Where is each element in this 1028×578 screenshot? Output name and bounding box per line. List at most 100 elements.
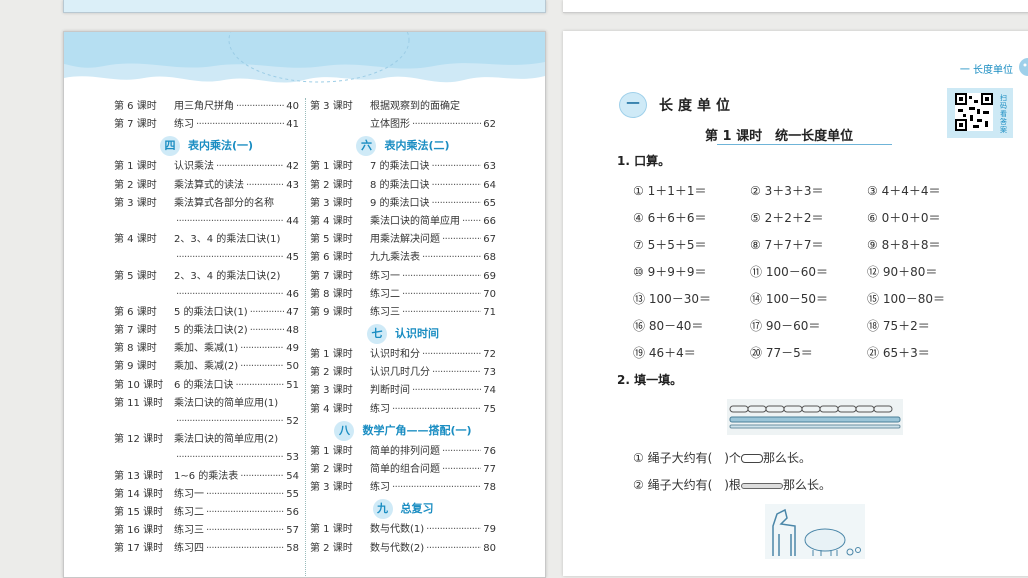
toc-entry[interactable]: 第 1 课时 7 的乘法口诀 63 [310, 158, 496, 176]
toc-entry-continuation[interactable]: 52 [114, 413, 299, 431]
question-2-title: 2. 填一填。 [617, 373, 683, 387]
toc-lesson-number: 第 7 课时 [310, 270, 353, 282]
toc-leader-dots [422, 346, 481, 364]
toc-lesson-title: 练习 [370, 482, 390, 494]
toc-entry-continuation[interactable]: 立体图形 62 [310, 116, 496, 134]
toc-entry-continuation[interactable]: 53 [114, 449, 299, 467]
toc-entry[interactable]: 第 16 课时练习三 57 [114, 522, 299, 540]
toc-entry[interactable]: 第 1 课时 认识乘法 42 [114, 158, 299, 176]
toc-entry[interactable]: 第 7 课时 5 的乘法口诀(2) 48 [114, 322, 299, 340]
math-problem: ③ 4＋4＋4＝ [867, 184, 941, 198]
toc-lesson-number: 第 2 课时 [310, 542, 353, 554]
toc-entry[interactable]: 第 3 课时 练习 78 [310, 479, 496, 497]
toc-entry[interactable]: 第 6 课时 5 的乘法口诀(1) 47 [114, 304, 299, 322]
rope-paperclip-illustration [727, 399, 903, 435]
toc-entry[interactable]: 第 17 课时练习四 58 [114, 540, 299, 558]
toc-entry[interactable]: 第 3 课时 根据观察到的面确定 [310, 98, 496, 116]
toc-entry[interactable]: 第 3 课时 判断时间 74 [310, 382, 496, 400]
toc-lesson-title: 根据观察到的面确定 [370, 101, 460, 112]
toc-entry[interactable]: 第 4 课时 2、3、4 的乘法口诀(1) [114, 231, 299, 249]
toc-entry[interactable]: 第 2 课时 认识几时几分 73 [310, 364, 496, 382]
toc-entry[interactable]: 第 3 课时 9 的乘法口诀 65 [310, 195, 496, 213]
toc-page-number: 65 [483, 197, 496, 209]
toc-page-number: 42 [286, 161, 299, 173]
toc-entry[interactable]: 第 2 课时 8 的乘法口诀 64 [310, 177, 496, 195]
toc-entry[interactable]: 第 7 课时 练习一 69 [310, 268, 496, 286]
toc-entry[interactable]: 第 2 课时 乘法算式的读法 43 [114, 177, 299, 195]
toc-entry[interactable]: 第 4 课时 练习 75 [310, 401, 496, 419]
toc-page-number: 46 [286, 288, 299, 300]
toc-lesson-number: 第 6 课时 [310, 252, 353, 264]
toc-entry[interactable]: 第 7 课时 练习 41 [114, 116, 299, 134]
toc-entry[interactable]: 第 13 课时 1~6 的乘法表 54 [114, 468, 299, 486]
unit-number-badge: 八 [334, 420, 355, 441]
toc-leader-dots [206, 522, 284, 540]
toc-entry[interactable]: 第 11 课时 乘法口诀的简单应用(1) [114, 395, 299, 413]
toc-lesson-title: 练习三 [370, 306, 400, 318]
toc-entry[interactable]: 第 8 课时 乘加、乘减(1) 49 [114, 340, 299, 358]
qr-code-box[interactable]: 扫码看答案 [947, 88, 1013, 138]
toc-leader-dots [176, 286, 284, 304]
toc-entry-continuation[interactable]: 44 [114, 213, 299, 231]
toc-entry[interactable]: 第 1 课时 简单的排列问题 76 [310, 443, 496, 461]
toc-entry[interactable]: 第 3 课时 乘法算式各部分的名称 [114, 195, 299, 213]
unit-title: 表内乘法(二) [384, 139, 450, 153]
toc-entry[interactable]: 第 1 课时 数与代数(1) 79 [310, 521, 496, 539]
toc-entry[interactable]: 第 5 课时 用乘法解决问题 67 [310, 231, 496, 249]
toc-unit-heading[interactable]: 八数学广角——搭配(一) [310, 420, 496, 442]
toc-page-number: 45 [286, 252, 299, 264]
toc-entry[interactable]: 第 4 课时 乘法口诀的简单应用 66 [310, 213, 496, 231]
toc-lesson-title: 练习一 [174, 488, 204, 500]
math-row: ⑦ 5＋5＋5＝ ⑧ 7＋7＋7＝ ⑨ 8＋8＋8＝ [633, 231, 993, 258]
toc-entry[interactable]: 第 15 课时练习二 56 [114, 504, 299, 522]
toc-lesson-number: 第 2 课时 [114, 179, 157, 191]
qr-code-icon [955, 93, 993, 131]
toc-entry[interactable]: 第 8 课时 练习二 70 [310, 286, 496, 304]
toc-unit-heading[interactable]: 四表内乘法(一) [114, 135, 299, 157]
toc-lesson-number: 第 2 课时 [310, 179, 353, 191]
math-row: ⑩ 9＋9＋9＝ ⑪ 100－60＝ ⑫ 90＋80＝ [633, 258, 993, 285]
toc-lesson-title: 简单的组合问题 [370, 464, 440, 475]
math-problem: ⑲ 46＋4＝ [633, 346, 696, 360]
toc-lesson-title: 判断时间 [370, 385, 410, 397]
unit-number-badge: 四 [159, 136, 180, 157]
toc-unit-heading[interactable]: 九总复习 [310, 498, 496, 520]
toc-entry[interactable]: 第 9 课时 练习三 71 [310, 304, 496, 322]
toc-lesson-number: 第 12 课时 [114, 434, 164, 446]
toc-leader-dots [392, 401, 481, 419]
toc-unit-heading[interactable]: 七认识时间 [310, 323, 496, 345]
toc-lesson-title: 练习二 [370, 288, 400, 300]
toc-leader-dots [216, 158, 284, 176]
toc-entry[interactable]: 第 12 课时 乘法口诀的简单应用(2) [114, 431, 299, 449]
toc-entry-continuation[interactable]: 46 [114, 286, 299, 304]
toc-lesson-number: 第 3 课时 [310, 385, 353, 397]
toc-lesson-number: 第 6 课时 [114, 101, 157, 112]
toc-lesson-title: 1~6 的乘法表 [174, 470, 239, 482]
toc-entry[interactable]: 第 2 课时 数与代数(2) 80 [310, 540, 496, 558]
toc-entry[interactable]: 第 5 课时 2、3、4 的乘法口诀(2) [114, 268, 299, 286]
toc-entry[interactable]: 第 10 课时 6 的乘法口诀 51 [114, 377, 299, 395]
toc-entry[interactable]: 第 6 课时 九九乘法表 68 [310, 249, 496, 267]
toc-lesson-number: 第 6 课时 [114, 306, 157, 318]
toc-unit-heading[interactable]: 六表内乘法(二) [310, 135, 496, 157]
unit-title: 总复习 [400, 502, 434, 516]
math-problem: ⑰ 90－60＝ [750, 319, 821, 333]
toc-entry[interactable]: 第 14 课时练习一 55 [114, 486, 299, 504]
toc-entry[interactable]: 第 6 课时 用三角尺拼角 40 [114, 98, 299, 116]
toc-lesson-number: 第 5 课时 [114, 270, 157, 282]
unit-title: 数学广角——搭配(一) [362, 423, 472, 437]
toc-lesson-number: 第 3 课时 [114, 197, 157, 209]
toc-lesson-number: 第 8 课时 [310, 288, 353, 300]
toc-lesson-number: 第 9 课时 [114, 361, 157, 373]
toc-lesson-title: 练习 [174, 119, 194, 131]
math-problem: ⑪ 100－60＝ [750, 265, 828, 279]
toc-entry[interactable]: 第 9 课时 乘加、乘减(2) 50 [114, 358, 299, 376]
toc-entry[interactable]: 第 1 课时 认识时和分 72 [310, 346, 496, 364]
lesson-underline [717, 144, 892, 145]
math-problem: ⑯ 80－40＝ [633, 319, 704, 333]
toc-entry-continuation[interactable]: 45 [114, 249, 299, 267]
math-row: ⑯ 80－40＝ ⑰ 90－60＝ ⑱ 75＋2＝ [633, 312, 993, 339]
math-problem: ① 1＋1＋1＝ [633, 184, 707, 198]
toc-page-number: 64 [483, 179, 496, 191]
toc-entry[interactable]: 第 2 课时 简单的组合问题 77 [310, 461, 496, 479]
